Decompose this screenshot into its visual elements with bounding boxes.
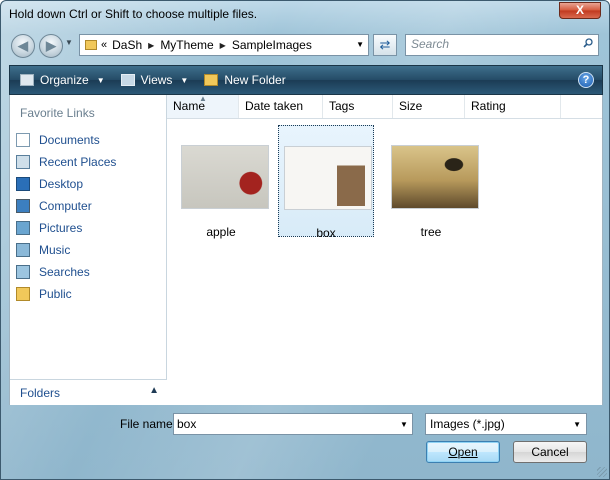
file-name-label: box	[316, 226, 336, 240]
new-folder-icon	[204, 74, 219, 86]
recent-pages-dropdown[interactable]: ▼	[65, 38, 73, 47]
box-thumbnail	[284, 146, 372, 210]
sidebar-item-label: Searches	[39, 265, 90, 279]
column-header-rating[interactable]: Rating	[465, 95, 561, 118]
column-header-tags[interactable]: Tags	[323, 95, 393, 118]
address-dropdown-icon[interactable]: ▼	[356, 40, 364, 49]
breadcrumb-arrow-icon[interactable]: ▶	[220, 41, 226, 50]
search-input[interactable]: Search	[405, 34, 599, 56]
sidebar-item-label: Recent Places	[39, 155, 117, 169]
column-header-date-taken[interactable]: Date taken	[239, 95, 323, 118]
search-placeholder: Search	[411, 37, 450, 51]
cancel-button[interactable]: Cancel	[513, 441, 587, 463]
forward-button[interactable]: ▶	[39, 34, 63, 58]
sidebar-item-computer[interactable]: Computer	[16, 195, 116, 217]
file-item-box[interactable]: box	[278, 125, 374, 240]
breadcrumb-mytheme[interactable]: MyTheme	[160, 38, 213, 52]
organize-button[interactable]: Organize ▼	[20, 73, 105, 87]
sidebar-item-label: Computer	[39, 199, 92, 213]
command-toolbar: Organize ▼ Views ▼ New Folder ?	[9, 65, 603, 95]
sidebar-item-public[interactable]: Public	[16, 283, 116, 305]
column-headers: ▲ Name Date taken Tags Size Rating	[167, 94, 602, 119]
sidebar-item-searches[interactable]: Searches	[16, 261, 116, 283]
folder-icon	[85, 40, 97, 50]
apple-thumbnail	[181, 145, 269, 209]
music-icon	[16, 243, 30, 257]
views-button[interactable]: Views ▼	[120, 73, 189, 87]
recent-places-icon	[16, 155, 30, 169]
organize-label: Organize	[40, 73, 89, 87]
chevron-down-icon: ▼	[180, 75, 189, 85]
navigation-pane: Favorite Links Documents Recent Places D…	[9, 95, 167, 405]
column-label: Size	[399, 99, 423, 113]
searches-icon	[16, 265, 30, 279]
sidebar-item-pictures[interactable]: Pictures	[16, 217, 116, 239]
sidebar-item-label: Public	[39, 287, 72, 301]
public-folder-icon	[16, 287, 30, 301]
close-button[interactable]: X	[559, 2, 601, 19]
open-label: Open	[448, 445, 478, 459]
address-overflow-chevron[interactable]: «	[101, 39, 107, 51]
file-item-tree[interactable]: tree	[383, 125, 479, 239]
column-header-name[interactable]: ▲ Name	[167, 94, 239, 118]
address-bar[interactable]: « DaSh ▶ MyTheme ▶ SampleImages ▼	[79, 34, 369, 56]
new-folder-label: New Folder	[224, 73, 286, 87]
column-label: Tags	[329, 99, 355, 113]
file-type-select[interactable]: Images (*.jpg) ▼	[425, 413, 587, 435]
breadcrumb-arrow-icon[interactable]: ▶	[148, 41, 154, 50]
breadcrumb-dash[interactable]: DaSh	[112, 38, 142, 52]
back-button[interactable]: ◀	[11, 34, 35, 58]
documents-icon	[16, 133, 30, 147]
sidebar-item-label: Pictures	[39, 221, 83, 235]
refresh-button[interactable]: ⇄	[373, 34, 397, 56]
file-item-apple[interactable]: apple	[173, 125, 269, 239]
column-label: Date taken	[245, 99, 304, 113]
favorite-links-header: Favorite Links	[20, 106, 95, 120]
file-name-label: apple	[206, 225, 236, 239]
file-name-input[interactable]	[173, 413, 413, 435]
desktop-icon	[16, 177, 30, 191]
chevron-down-icon: ▼	[573, 420, 581, 429]
sidebar-item-label: Music	[39, 243, 71, 257]
open-file-dialog: Hold down Ctrl or Shift to choose multip…	[0, 0, 610, 480]
search-icon[interactable]	[583, 38, 593, 48]
computer-icon	[16, 199, 30, 213]
sidebar-item-label: Documents	[39, 133, 100, 147]
tree-thumbnail	[391, 145, 479, 209]
views-icon	[120, 74, 135, 86]
breadcrumb-sampleimages[interactable]: SampleImages	[232, 38, 312, 52]
favorite-links-list: Documents Recent Places Desktop Computer…	[16, 129, 116, 305]
organize-icon	[20, 74, 34, 86]
window-title: Hold down Ctrl or Shift to choose multip…	[9, 7, 258, 21]
views-label: Views	[140, 73, 173, 87]
folders-toggle[interactable]: Folders ▲	[10, 379, 167, 405]
title-bar: Hold down Ctrl or Shift to choose multip…	[1, 1, 609, 29]
cancel-label: Cancel	[531, 445, 569, 459]
new-folder-button[interactable]: New Folder	[204, 73, 286, 87]
file-name-dropdown-icon[interactable]: ▼	[400, 420, 408, 429]
sidebar-item-label: Desktop	[39, 177, 84, 191]
file-name-label: tree	[420, 225, 442, 239]
file-list-pane[interactable]: ▲ Name Date taken Tags Size Rating apple…	[167, 94, 603, 405]
column-header-size[interactable]: Size	[393, 95, 465, 118]
sidebar-item-music[interactable]: Music	[16, 239, 116, 261]
column-label: Rating	[471, 99, 506, 113]
chevron-down-icon: ▼	[96, 75, 105, 85]
sidebar-item-recent-places[interactable]: Recent Places	[16, 151, 116, 173]
pictures-icon	[16, 221, 30, 235]
chevron-up-icon: ▲	[149, 385, 159, 396]
resize-grip[interactable]	[597, 467, 607, 477]
sidebar-item-documents[interactable]: Documents	[16, 129, 116, 151]
file-type-value: Images (*.jpg)	[430, 417, 505, 431]
sidebar-item-desktop[interactable]: Desktop	[16, 173, 116, 195]
file-name-label: File name:	[120, 417, 177, 431]
help-icon[interactable]: ?	[578, 72, 594, 88]
sort-ascending-icon: ▲	[199, 94, 207, 103]
folders-label: Folders	[20, 386, 61, 400]
open-button[interactable]: Open	[426, 441, 500, 463]
